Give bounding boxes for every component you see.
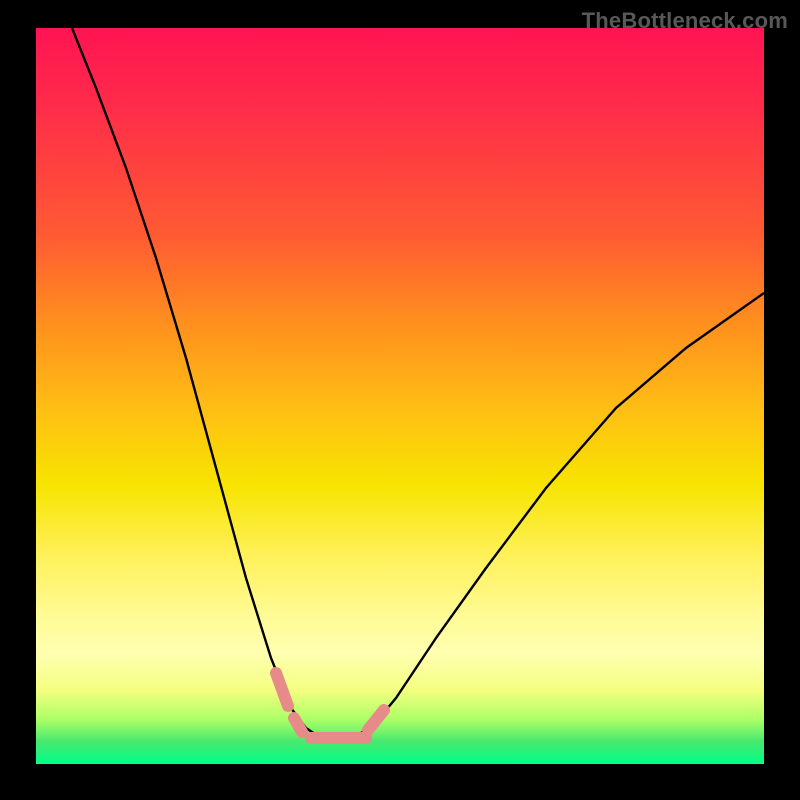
curve-marker xyxy=(294,718,302,732)
watermark-text: TheBottleneck.com xyxy=(582,8,788,34)
marker-group xyxy=(276,673,384,738)
curve-marker xyxy=(276,673,288,706)
bottleneck-curve xyxy=(72,28,764,740)
plot-area xyxy=(36,28,764,764)
curve-svg xyxy=(36,28,764,764)
chart-frame: TheBottleneck.com xyxy=(0,0,800,800)
curve-marker xyxy=(368,710,384,730)
